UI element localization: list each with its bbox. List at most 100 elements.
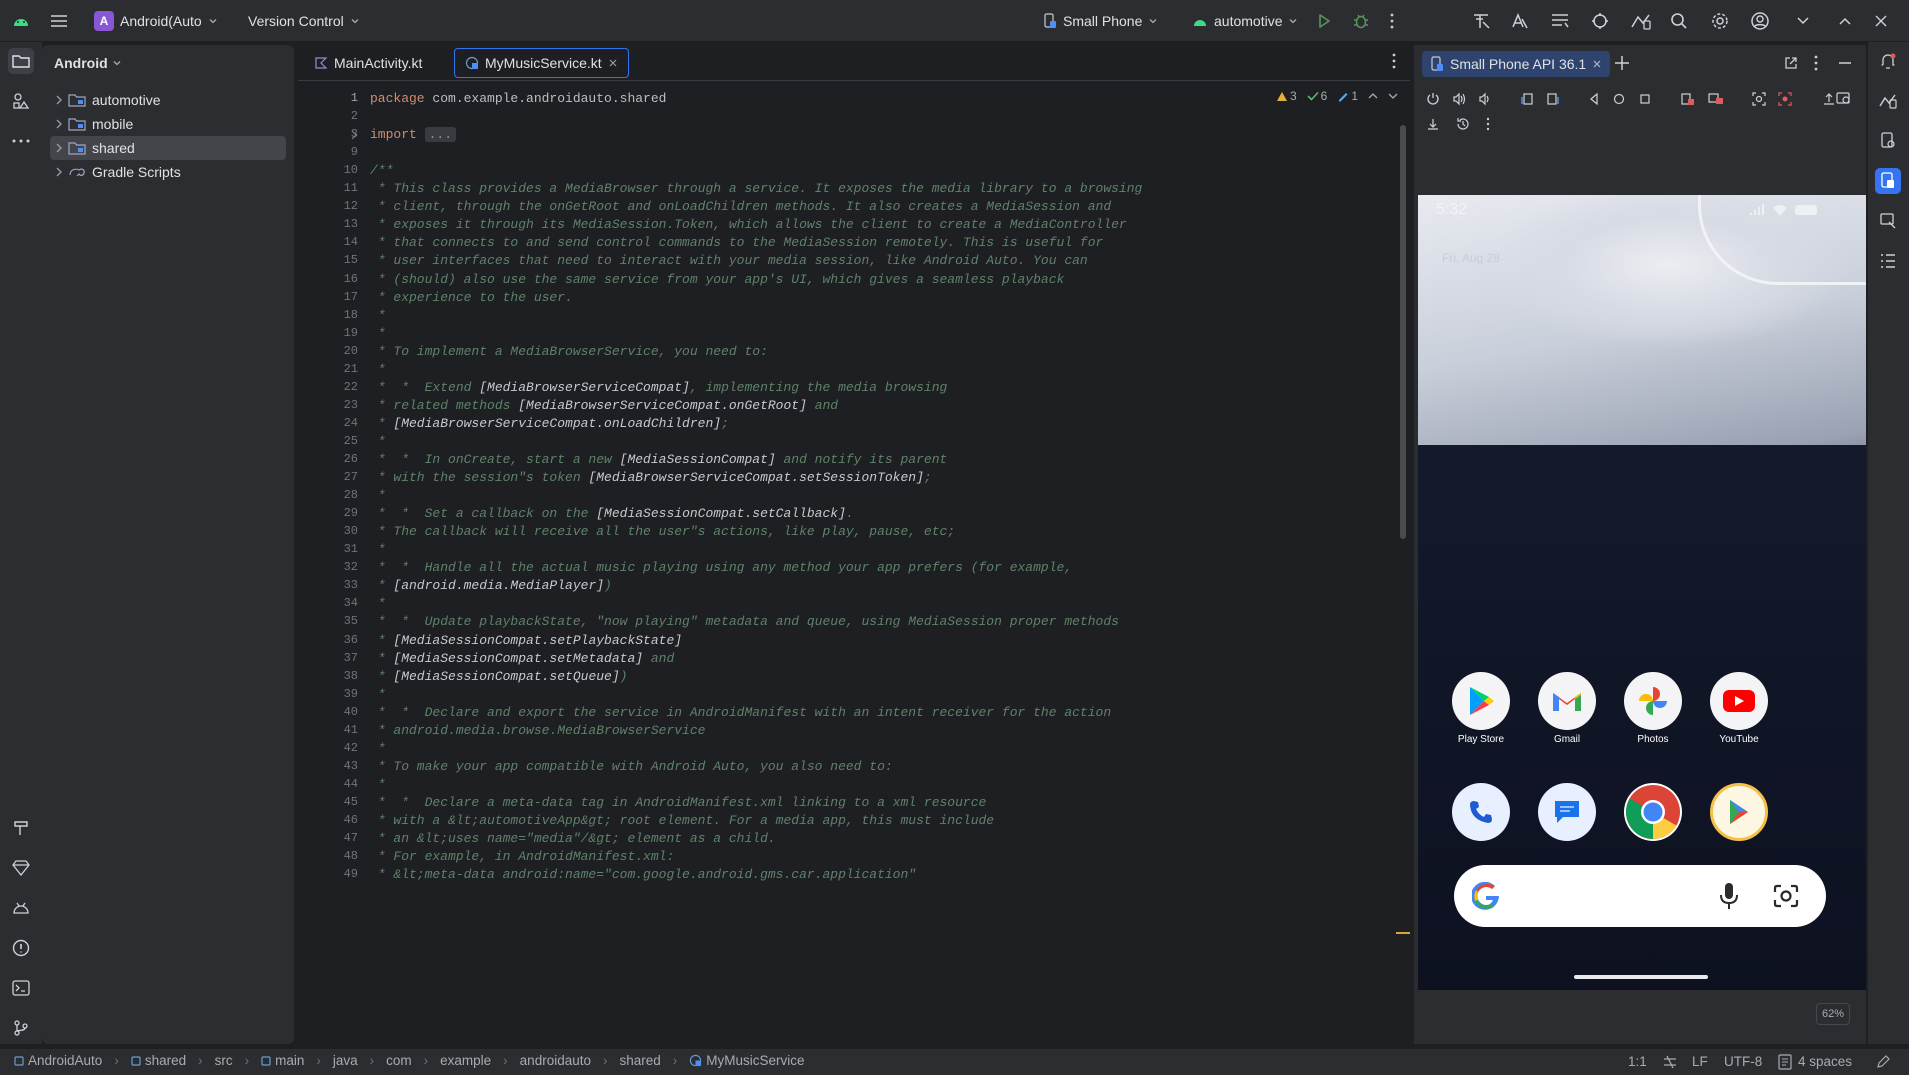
code-line[interactable]: import ... — [370, 127, 457, 143]
app-play-games[interactable] — [1694, 783, 1784, 841]
panel-more-icon[interactable] — [1814, 55, 1818, 71]
resource-manager-icon[interactable] — [8, 88, 34, 114]
volume-up-icon[interactable] — [1452, 92, 1466, 106]
cursor-position[interactable]: 1:1 — [1628, 1054, 1647, 1069]
device-tab[interactable]: Small Phone API 36.1 — [1422, 51, 1611, 77]
download-icon[interactable] — [1426, 117, 1440, 131]
inspection-widget[interactable]: 3 6 1 — [1276, 89, 1398, 103]
code-line[interactable]: * — [370, 596, 386, 611]
editor-scrollbar[interactable] — [1400, 125, 1406, 539]
code-line[interactable]: * — [370, 326, 386, 341]
google-lens-icon[interactable] — [1772, 883, 1800, 909]
code-line[interactable]: * experience to the user. — [370, 290, 573, 305]
code-line[interactable]: package com.example.androidauto.shared — [370, 91, 666, 106]
version-control-menu[interactable]: Version Control — [248, 0, 360, 42]
more-tools-icon[interactable] — [8, 128, 34, 154]
main-menu-icon[interactable] — [50, 0, 68, 42]
upload-icon[interactable] — [1822, 92, 1836, 106]
power-icon[interactable] — [1426, 92, 1440, 106]
emulator-screen[interactable]: 5:32 Fri, Aug 28 Play Store Gmail Photos… — [1418, 195, 1866, 990]
warnings-count[interactable]: 3 — [1276, 89, 1297, 103]
project-view-selector[interactable]: Android — [54, 55, 122, 71]
notifications-bell-icon[interactable] — [1875, 48, 1901, 74]
app-messages[interactable] — [1522, 783, 1612, 841]
back-icon[interactable] — [1588, 92, 1600, 106]
code-line[interactable]: * For example, in AndroidManifest.xml: — [370, 849, 674, 864]
add-device-icon[interactable] — [1614, 55, 1630, 71]
problems-icon[interactable] — [8, 935, 34, 961]
account-icon[interactable] — [1750, 0, 1770, 42]
tab-mainactivity[interactable]: MainActivity.kt — [304, 48, 432, 78]
edit-lock-icon[interactable] — [1876, 1055, 1890, 1069]
warning-stripe-marker[interactable] — [1396, 932, 1410, 934]
tab-mymusicservice[interactable]: MyMusicService.kt — [454, 48, 629, 78]
breadcrumb-item[interactable]: src — [215, 1053, 233, 1068]
window-close-icon[interactable] — [1874, 0, 1888, 42]
code-line[interactable]: * [MediaSessionCompat.setPlaybackState] — [370, 633, 682, 648]
code-line[interactable]: * — [370, 434, 386, 449]
code-line[interactable]: * — [370, 488, 386, 503]
chevron-right-icon[interactable] — [50, 167, 68, 177]
file-encoding[interactable]: UTF-8 — [1724, 1054, 1762, 1069]
chevron-right-icon[interactable] — [50, 95, 68, 105]
typos-count[interactable]: 1 — [1337, 89, 1358, 103]
code-line[interactable]: * &lt;meta-data android:name="com.google… — [370, 867, 916, 882]
build-hammer-icon[interactable] — [8, 815, 34, 841]
google-search-bar[interactable] — [1454, 865, 1826, 927]
breadcrumb-item[interactable]: androidauto — [520, 1053, 591, 1068]
gesture-nav-pill[interactable] — [1574, 975, 1708, 979]
android-logcat-icon[interactable] — [8, 895, 34, 921]
code-line[interactable]: * * In onCreate, start a new [MediaSessi… — [370, 452, 948, 467]
window-chevron-up-icon[interactable] — [1838, 0, 1852, 42]
tree-item-mobile[interactable]: mobile — [50, 112, 286, 136]
indent-size[interactable]: 4 spaces — [1798, 1054, 1852, 1069]
window-chevron-down-icon[interactable] — [1796, 0, 1810, 42]
code-line[interactable]: * * Set a callback on the [MediaSessionC… — [370, 506, 854, 521]
code-line[interactable]: * — [370, 777, 386, 792]
debug-button[interactable] — [1352, 0, 1370, 42]
indent-settings-icon[interactable] — [1778, 1054, 1792, 1070]
previous-highlight-icon[interactable] — [1368, 92, 1378, 100]
app-play-store[interactable]: Play Store — [1436, 672, 1526, 745]
code-line[interactable]: * The callback will receive all the user… — [370, 524, 955, 539]
home-icon[interactable] — [1612, 92, 1626, 106]
git-branch-icon[interactable] — [8, 1015, 34, 1041]
chevron-right-icon[interactable] — [50, 143, 68, 153]
device-more-icon[interactable] — [1486, 117, 1490, 131]
fold-chevron-icon[interactable] — [350, 130, 358, 140]
rotate-right-icon[interactable] — [1546, 92, 1560, 106]
mirror-icon[interactable] — [1708, 92, 1724, 106]
code-line[interactable]: * with a &lt;automotiveApp&gt; root elem… — [370, 813, 994, 828]
emulator-extended-icon[interactable] — [1875, 208, 1901, 234]
code-line[interactable]: * This class provides a MediaBrowser thr… — [370, 181, 1143, 196]
code-line[interactable]: * client, through the onGetRoot and onLo… — [370, 199, 1111, 214]
code-line[interactable]: * [MediaSessionCompat.setQueue]) — [370, 669, 628, 684]
breadcrumb-item[interactable]: main — [275, 1053, 304, 1068]
code-line[interactable]: * — [370, 741, 386, 756]
code-line[interactable]: * * Update playbackState, "now playing" … — [370, 614, 1119, 629]
tree-item-shared[interactable]: shared — [50, 136, 286, 160]
code-content[interactable]: package com.example.androidauto.shared im… — [370, 83, 1370, 1044]
device-manager-side-icon[interactable] — [1875, 88, 1901, 114]
gradle-sync-icon[interactable] — [1590, 0, 1610, 42]
pop-out-icon[interactable] — [1784, 56, 1798, 70]
run-config-selector[interactable]: automotive — [1192, 0, 1298, 42]
layout-inspector-icon[interactable] — [1550, 0, 1570, 42]
code-line[interactable]: * related methods [MediaBrowserServiceCo… — [370, 398, 838, 413]
code-line[interactable]: * exposes it through its MediaSession.To… — [370, 217, 1127, 232]
screen-record-icon[interactable] — [1778, 92, 1792, 106]
breadcrumb-item[interactable]: shared — [619, 1053, 660, 1068]
run-button[interactable] — [1316, 0, 1332, 42]
device-selector[interactable]: Small Phone — [1043, 0, 1158, 42]
code-line[interactable]: * with the session"s token [MediaBrowser… — [370, 470, 932, 485]
breadcrumb-item[interactable]: shared — [145, 1053, 186, 1068]
project-folder-icon[interactable] — [8, 48, 34, 74]
code-line[interactable]: * * Declare and export the service in An… — [370, 705, 1111, 720]
translate-icon[interactable] — [1510, 0, 1530, 42]
code-line[interactable]: * [android.media.MediaPlayer]) — [370, 578, 612, 593]
settings-gear-icon[interactable] — [1710, 0, 1730, 42]
code-line[interactable]: * that connects to and send control comm… — [370, 235, 1104, 250]
line-separator[interactable]: LF — [1692, 1054, 1708, 1069]
breadcrumb-item[interactable]: MyMusicService — [706, 1053, 804, 1068]
code-line[interactable]: * * Declare a meta-data tag in AndroidMa… — [370, 795, 987, 810]
